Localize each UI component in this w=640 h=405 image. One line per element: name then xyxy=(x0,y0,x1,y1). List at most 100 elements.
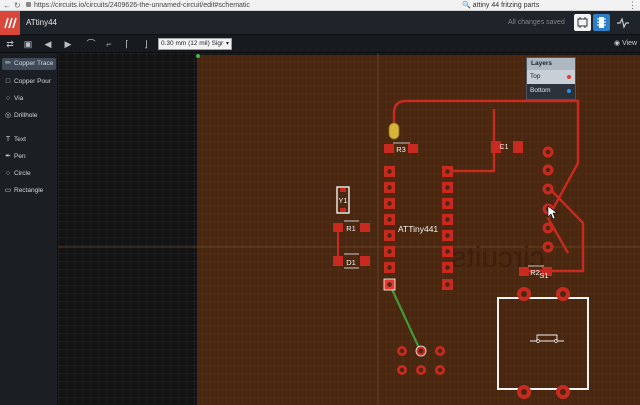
drill-hole xyxy=(545,186,551,192)
fit-screen-icon[interactable]: ▣ xyxy=(21,38,35,50)
tool-label: Text xyxy=(14,136,26,143)
y1-label[interactable]: Y1 xyxy=(338,196,347,205)
url-bar[interactable]: https://circuits.io/circuits/2409626-the… xyxy=(26,1,456,10)
chip-label[interactable]: ATTiny441 xyxy=(398,224,438,234)
refresh-icon[interactable]: ↻ xyxy=(14,1,21,10)
tool-label: Via xyxy=(14,95,24,102)
tool-pen[interactable]: ✒ Pen xyxy=(2,151,56,163)
drill-hole xyxy=(545,225,551,231)
s1-label[interactable]: S1 xyxy=(539,271,548,280)
pcb-view-button[interactable] xyxy=(593,14,610,31)
c1-label[interactable]: C1 xyxy=(500,144,509,151)
layer-label: Top xyxy=(530,73,541,80)
pcb-drawing[interactable]: circuits R3 C1 Y1 R1 D1 ATTiny441 R2 S1 xyxy=(58,53,640,405)
browser-bar: ← ↻ https://circuits.io/circuits/2409626… xyxy=(0,0,640,11)
tool-copper-pour[interactable]: □ Copper Pour xyxy=(2,76,56,88)
browser-menu-icon[interactable]: ⋮ xyxy=(628,0,637,10)
pencil-icon: ✏ xyxy=(5,60,11,67)
smd-pad[interactable] xyxy=(340,208,346,212)
schematic-icon xyxy=(617,17,629,29)
eye-icon: ◉ xyxy=(614,40,621,47)
drill-hole xyxy=(437,367,443,373)
bend-trace-icon[interactable]: ⌐ xyxy=(102,38,116,50)
app-root: ← ↻ https://circuits.io/circuits/2409626… xyxy=(0,0,640,405)
breadboard-icon xyxy=(577,17,588,28)
chip-icon xyxy=(597,17,606,28)
pen-icon: ✒ xyxy=(5,153,11,160)
board-origin-marker xyxy=(196,54,200,58)
tool-label: Copper Pour xyxy=(14,78,51,85)
drill-hole xyxy=(387,169,392,174)
smd-pad[interactable] xyxy=(384,144,394,153)
flip-board-icon[interactable]: ⇄ xyxy=(3,38,17,50)
drill-hole xyxy=(399,367,405,373)
tool-text[interactable]: T Text xyxy=(2,134,56,146)
browser-search[interactable]: 🔍 attiny 44 fritzing parts xyxy=(462,1,612,10)
drill-hole xyxy=(545,244,551,250)
skip-forward-icon[interactable]: ▶ xyxy=(61,38,75,50)
drill-hole xyxy=(560,389,566,395)
drill-hole xyxy=(445,265,450,270)
smd-pad[interactable] xyxy=(340,188,346,192)
layer-color-dot xyxy=(567,75,571,79)
view-menu-label: View xyxy=(622,40,638,47)
drill-hole xyxy=(418,348,424,354)
tool-label: Drillhole xyxy=(14,112,38,119)
drill-hole xyxy=(387,217,392,222)
layers-title: Layers xyxy=(527,58,575,70)
smd-pad[interactable] xyxy=(519,267,529,276)
drill-hole xyxy=(387,249,392,254)
tool-label: Rectangle xyxy=(14,187,44,194)
layer-bottom[interactable]: Bottom xyxy=(527,84,575,98)
drill-hole xyxy=(545,149,551,155)
schematic-view-button[interactable] xyxy=(614,14,631,31)
d1-label[interactable]: D1 xyxy=(346,258,356,267)
r3-body[interactable] xyxy=(388,122,400,140)
drill-hole xyxy=(387,265,392,270)
tool-copper-trace[interactable]: ✏ Copper Trace xyxy=(2,58,56,70)
layer-top[interactable]: Top xyxy=(527,70,575,84)
smd-pad[interactable] xyxy=(513,141,523,153)
smd-pad[interactable] xyxy=(360,256,370,266)
layer-color-dot xyxy=(567,89,571,93)
trace-width-select[interactable]: 0.30 mm (12 mil) Sigr ▾ xyxy=(158,38,232,50)
drill-hole xyxy=(445,233,450,238)
back-arrow-icon[interactable]: ← xyxy=(3,1,11,10)
drill-hole xyxy=(445,185,450,190)
chevron-down-icon: ▾ xyxy=(225,41,229,47)
tool-circle[interactable]: ○ Circle xyxy=(2,168,56,180)
search-text: attiny 44 fritzing parts xyxy=(472,2,540,9)
tool-drillhole[interactable]: ◎ Drillhole xyxy=(2,110,56,122)
skip-back-icon[interactable]: ◀ xyxy=(41,38,55,50)
smd-pad[interactable] xyxy=(408,144,418,153)
layer-label: Bottom xyxy=(530,87,551,94)
layers-panel: Layers Top Bottom xyxy=(526,57,576,100)
right-angle-trace-icon[interactable]: ⌋ xyxy=(139,38,153,50)
smd-pad[interactable] xyxy=(333,223,343,232)
edit-toolbar: ⇄ ▣ ◀ ▶ ⌒ ⌐ ⌈ ⌋ 0.30 mm (12 mil) Sigr ▾ ◉… xyxy=(0,35,640,53)
tool-via[interactable]: ○ Via xyxy=(2,93,56,105)
r3-label[interactable]: R3 xyxy=(396,145,406,154)
r2-label[interactable]: R2 xyxy=(530,268,540,277)
search-icon: 🔍 xyxy=(462,2,471,9)
square-icon: □ xyxy=(5,78,11,85)
smd-pad[interactable] xyxy=(360,223,370,232)
r1-label[interactable]: R1 xyxy=(346,224,356,233)
smd-pad[interactable] xyxy=(333,256,343,266)
breadboard-view-button[interactable] xyxy=(574,14,591,31)
view-menu-button[interactable]: ◉ View xyxy=(614,37,640,51)
drill-hole xyxy=(387,201,392,206)
project-title[interactable]: ATtiny44 xyxy=(26,11,57,35)
tool-label: Copper Trace xyxy=(14,60,54,67)
lock-icon xyxy=(26,2,31,7)
text-icon: T xyxy=(5,136,11,143)
pcb-canvas[interactable]: circuits R3 C1 Y1 R1 D1 ATTiny441 R2 S1 xyxy=(58,53,640,405)
tool-sidebar: ✏ Copper Trace □ Copper Pour ○ Via ◎ Drillho… xyxy=(0,53,58,405)
drill-hole xyxy=(445,217,450,222)
circuits-logo[interactable] xyxy=(0,11,20,35)
ring-icon: ○ xyxy=(5,95,11,102)
drill-hole xyxy=(445,169,450,174)
tool-rectangle[interactable]: ▭ Rectangle xyxy=(2,185,56,197)
corner-trace-icon[interactable]: ⌈ xyxy=(120,38,134,50)
curved-trace-icon[interactable]: ⌒ xyxy=(84,38,98,50)
